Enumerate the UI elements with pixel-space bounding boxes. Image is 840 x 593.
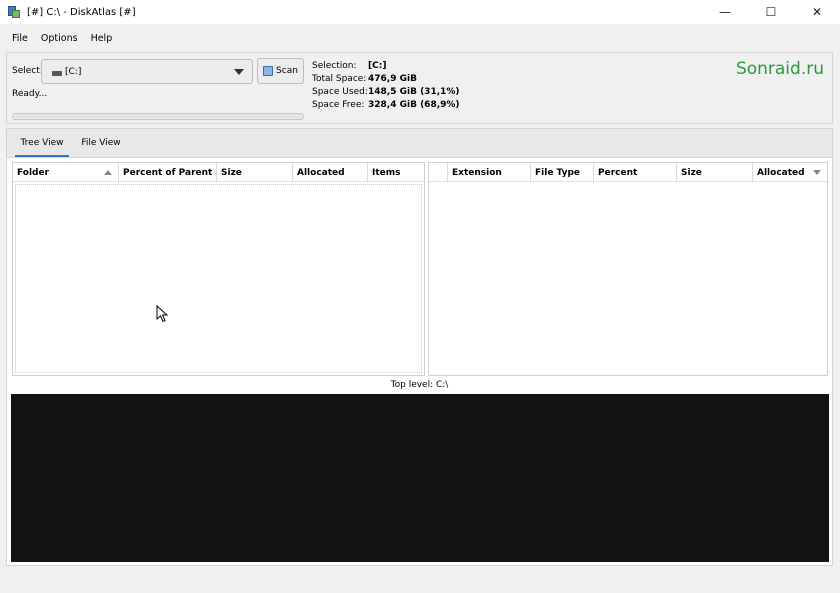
- column-ext-size-label: Size: [681, 167, 702, 178]
- maximize-button[interactable]: ☐: [748, 0, 794, 24]
- tab-file-view-label: File View: [81, 138, 121, 148]
- column-items[interactable]: Items: [368, 163, 424, 182]
- drive-info: Selection: [C:] Total Space: 476,9 GiB S…: [312, 59, 460, 111]
- menu-bar: File Options Help: [0, 28, 840, 48]
- column-items-label: Items: [372, 167, 401, 178]
- column-size-label: Size: [221, 167, 242, 178]
- column-percent-label: Percent: [598, 167, 638, 178]
- space-used-label: Space Used:: [312, 86, 368, 97]
- column-file-type[interactable]: File Type: [531, 163, 594, 182]
- active-tab-indicator: [15, 155, 69, 157]
- folder-tree-pane[interactable]: Folder Percent of Parent Size Allocated …: [12, 162, 425, 376]
- column-color[interactable]: [429, 163, 448, 182]
- column-percent[interactable]: Percent: [594, 163, 677, 182]
- close-button[interactable]: ✕: [794, 0, 840, 24]
- mouse-cursor-icon: [156, 305, 168, 323]
- total-space-label: Total Space:: [312, 73, 367, 84]
- column-extension-label: Extension: [452, 167, 502, 178]
- drive-select-value: [C:]: [65, 66, 82, 77]
- menu-options[interactable]: Options: [35, 33, 84, 44]
- column-size[interactable]: Size: [217, 163, 293, 182]
- column-ext-allocated[interactable]: Allocated: [753, 163, 827, 182]
- extension-list-header: Extension File Type Percent Size Allocat…: [429, 163, 827, 182]
- space-used-value: 148,5 GiB (31,1%): [368, 86, 460, 97]
- tab-tree-view[interactable]: Tree View: [15, 129, 69, 157]
- column-extension[interactable]: Extension: [448, 163, 531, 182]
- top-level-path: Top level: C:\: [390, 380, 449, 390]
- menu-file[interactable]: File: [6, 33, 34, 44]
- scan-button-label: Scan: [276, 66, 298, 76]
- folder-tree-header: Folder Percent of Parent Size Allocated …: [13, 163, 424, 182]
- column-allocated-label: Allocated: [297, 167, 345, 178]
- column-percent-of-parent-label: Percent of Parent: [123, 167, 213, 178]
- tab-file-view[interactable]: File View: [73, 129, 129, 157]
- total-space-value: 476,9 GiB: [368, 73, 417, 84]
- folder-tree-body[interactable]: [15, 184, 422, 373]
- minimize-button[interactable]: —: [702, 0, 748, 24]
- drive-select[interactable]: [C:]: [41, 59, 253, 84]
- window-title: [#] C:\ - DiskAtlas [#]: [27, 6, 136, 18]
- sort-ascending-icon: [104, 170, 112, 175]
- tab-tree-view-label: Tree View: [20, 138, 64, 148]
- scan-progress-bar: [12, 113, 304, 120]
- column-percent-of-parent[interactable]: Percent of Parent: [119, 163, 217, 182]
- column-ext-allocated-label: Allocated: [757, 167, 805, 178]
- status-text: Ready...: [12, 89, 48, 99]
- main-area: Tree View File View Folder Percent of Pa…: [6, 128, 833, 566]
- selection-label: Selection:: [312, 60, 357, 71]
- treemap-canvas[interactable]: [11, 394, 829, 562]
- column-folder[interactable]: Folder: [13, 163, 119, 182]
- menu-help[interactable]: Help: [85, 33, 119, 44]
- title-bar: [#] C:\ - DiskAtlas [#] — ☐ ✕: [0, 0, 840, 24]
- diskatlas-app-icon[interactable]: [7, 5, 21, 19]
- minimize-icon: —: [719, 5, 731, 19]
- extension-list-pane[interactable]: Extension File Type Percent Size Allocat…: [428, 162, 828, 376]
- sort-descending-icon: [813, 170, 821, 175]
- drive-icon: [52, 71, 62, 76]
- watermark: Sonraid.ru: [735, 59, 824, 79]
- select-label: Select:: [12, 66, 43, 76]
- scan-icon: [263, 66, 274, 76]
- selection-value: [C:]: [368, 60, 387, 71]
- column-folder-label: Folder: [17, 167, 50, 178]
- scan-button[interactable]: Scan: [257, 58, 304, 84]
- column-allocated[interactable]: Allocated: [293, 163, 368, 182]
- maximize-icon: ☐: [765, 5, 777, 19]
- scan-panel: Select: [C:] Scan Ready... Selection: [C…: [6, 52, 833, 124]
- close-icon: ✕: [811, 5, 823, 19]
- column-file-type-label: File Type: [535, 167, 581, 178]
- chevron-down-icon: [234, 69, 244, 75]
- view-tabs: Tree View File View: [7, 129, 832, 158]
- space-free-value: 328,4 GiB (68,9%): [368, 99, 460, 110]
- space-free-label: Space Free:: [312, 99, 365, 110]
- column-ext-size[interactable]: Size: [677, 163, 753, 182]
